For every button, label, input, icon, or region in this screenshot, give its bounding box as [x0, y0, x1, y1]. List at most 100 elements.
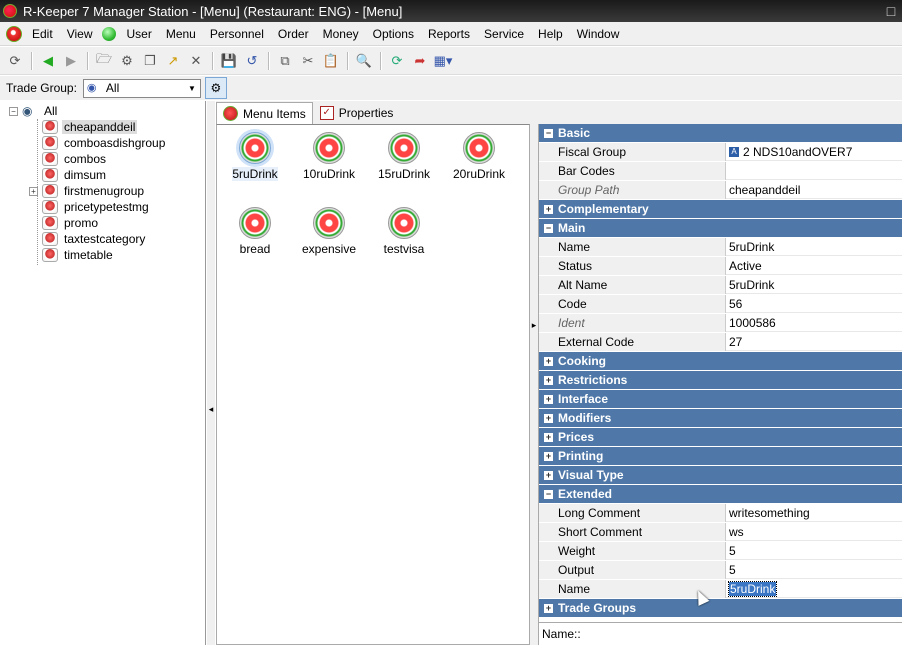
tree-item[interactable]: combos — [0, 151, 205, 167]
menu-reports[interactable]: Reports — [421, 27, 477, 41]
property-category[interactable]: − Basic — [539, 124, 902, 143]
property-row[interactable]: Output 5 — [539, 561, 902, 580]
property-row[interactable]: Ident 1000586 — [539, 314, 902, 333]
property-category[interactable]: + Prices — [539, 428, 902, 447]
property-value[interactable]: 5 — [726, 561, 902, 579]
menu-menu[interactable]: Menu — [159, 27, 203, 41]
property-category[interactable]: + Modifiers — [539, 409, 902, 428]
menu-user[interactable]: User — [119, 27, 158, 41]
property-category[interactable]: + Visual Type — [539, 466, 902, 485]
menu-item-tile[interactable]: testvisa — [367, 203, 441, 273]
menu-view[interactable]: View — [60, 27, 100, 41]
property-value[interactable]: 5ruDrink — [726, 238, 902, 256]
menu-window[interactable]: Window — [570, 27, 627, 41]
expand-icon[interactable]: + — [544, 432, 553, 442]
property-row[interactable]: Name 5ruDrink — [539, 580, 902, 599]
menu-order[interactable]: Order — [271, 27, 316, 41]
new-folder-icon[interactable]: 🗁 — [93, 50, 115, 72]
property-category[interactable]: − Main — [539, 219, 902, 238]
property-value[interactable]: A 2 NDS10andOVER7 — [726, 143, 902, 161]
menu-options[interactable]: Options — [366, 27, 421, 41]
property-category[interactable]: − Extended — [539, 485, 902, 504]
menu-edit[interactable]: Edit — [25, 27, 60, 41]
tree-item[interactable]: promo — [0, 215, 205, 231]
menu-help[interactable]: Help — [531, 27, 570, 41]
menu-item-tile[interactable]: 20ruDrink — [442, 128, 516, 198]
property-value[interactable]: 27 — [726, 333, 902, 351]
view-mode-icon[interactable]: ▦▾ — [432, 50, 454, 72]
menu-personnel[interactable]: Personnel — [203, 27, 271, 41]
trade-group-settings-button[interactable]: ⚙ — [204, 77, 227, 99]
refresh-icon[interactable]: ⟳ — [4, 50, 26, 72]
back-icon[interactable]: ◀ — [37, 50, 59, 72]
property-value[interactable]: ws — [726, 523, 902, 541]
expand-icon[interactable]: + — [544, 375, 553, 385]
menu-item-tile[interactable]: 5ruDrink — [218, 128, 292, 198]
property-row[interactable]: Bar Codes — [539, 162, 902, 181]
collapse-right-icon[interactable]: ▸ — [530, 317, 538, 333]
property-value[interactable]: 56 — [726, 295, 902, 313]
property-row[interactable]: Long Comment writesomething — [539, 504, 902, 523]
property-category[interactable]: + Interface — [539, 390, 902, 409]
left-splitter[interactable]: ◂ — [207, 101, 215, 645]
property-category[interactable]: + Trade Groups — [539, 599, 902, 618]
trade-group-select[interactable]: ◉ All ▼ — [82, 78, 201, 98]
menu-item-tile[interactable]: bread — [218, 203, 292, 273]
property-value[interactable]: 5ruDrink — [726, 276, 902, 294]
tree-item[interactable]: timetable — [0, 247, 205, 263]
property-category[interactable]: + Restrictions — [539, 371, 902, 390]
tab-properties[interactable]: ✓ Properties — [313, 102, 400, 124]
delete-icon[interactable]: ✕ — [185, 50, 207, 72]
property-row[interactable]: Weight 5 — [539, 542, 902, 561]
tab-menu-items[interactable]: Menu Items — [216, 102, 313, 124]
property-row[interactable]: Alt Name 5ruDrink — [539, 276, 902, 295]
tree-item[interactable]: cheapanddeil — [0, 119, 205, 135]
tree-item[interactable]: + firstmenugroup — [0, 183, 205, 199]
menu-money[interactable]: Money — [316, 27, 366, 41]
search-icon[interactable]: 🔍 — [353, 50, 375, 72]
expand-icon[interactable]: + — [29, 186, 38, 196]
property-row[interactable]: Name 5ruDrink — [539, 238, 902, 257]
expand-icon[interactable]: + — [544, 470, 553, 480]
property-value-editor[interactable]: 5ruDrink — [727, 580, 778, 597]
collapse-icon[interactable]: − — [544, 489, 553, 499]
tree-item[interactable]: dimsum — [0, 167, 205, 183]
save-icon[interactable]: 💾 — [218, 50, 240, 72]
collapse-left-icon[interactable]: ◂ — [207, 401, 215, 417]
property-category[interactable]: + Printing — [539, 447, 902, 466]
menu-item-tile[interactable]: 15ruDrink — [367, 128, 441, 198]
tree-item[interactable]: taxtestcategory — [0, 231, 205, 247]
copy-icon[interactable]: ⧉ — [274, 50, 296, 72]
paste-icon[interactable]: 📋 — [320, 50, 342, 72]
menu-service[interactable]: Service — [477, 27, 531, 41]
collapse-icon[interactable]: − — [544, 128, 553, 138]
property-row[interactable]: Status Active — [539, 257, 902, 276]
menu-item-tile[interactable]: 10ruDrink — [292, 128, 366, 198]
property-value[interactable]: writesomething — [726, 504, 902, 522]
property-value[interactable]: 5 — [726, 542, 902, 560]
expand-icon[interactable]: + — [544, 356, 553, 366]
maximize-icon[interactable]: □ — [880, 0, 902, 22]
chevron-down-icon[interactable]: ▼ — [184, 80, 200, 97]
expand-icon[interactable]: + — [544, 603, 553, 613]
property-row[interactable]: Short Comment ws — [539, 523, 902, 542]
property-category[interactable]: + Cooking — [539, 352, 902, 371]
property-value[interactable] — [726, 162, 902, 180]
move-icon[interactable]: ➦ — [409, 50, 431, 72]
tree-root[interactable]: − ◉ All — [0, 103, 205, 119]
expand-icon[interactable]: + — [544, 204, 553, 214]
expand-icon[interactable]: + — [544, 413, 553, 423]
right-splitter[interactable]: ▸ — [530, 124, 538, 645]
cut-icon[interactable]: ✂ — [297, 50, 319, 72]
copy-item-icon[interactable]: ❐ — [139, 50, 161, 72]
collapse-icon[interactable]: − — [544, 223, 553, 233]
property-row[interactable]: Group Path cheapanddeil — [539, 181, 902, 200]
collapse-icon[interactable]: − — [9, 106, 18, 116]
system-menu-icon[interactable] — [6, 25, 22, 42]
property-value[interactable]: 5ruDrink — [726, 580, 902, 598]
property-row[interactable]: Code 56 — [539, 295, 902, 314]
reload-icon[interactable]: ⟳ — [386, 50, 408, 72]
expand-icon[interactable]: + — [544, 394, 553, 404]
properties-icon[interactable]: ⚙ — [116, 50, 138, 72]
forward-icon[interactable]: ▶ — [60, 50, 82, 72]
